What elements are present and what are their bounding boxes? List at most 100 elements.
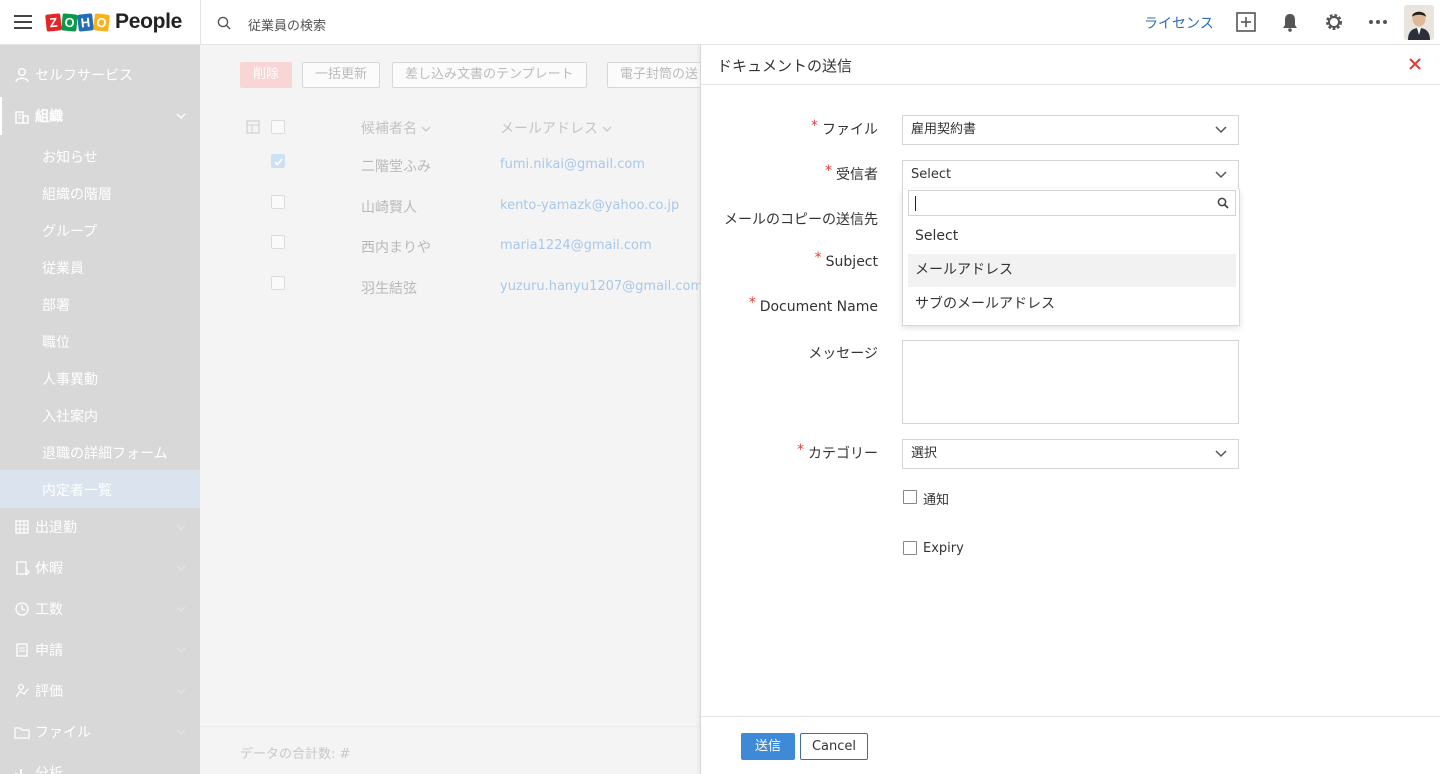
sidebar-subitem-exit-form[interactable]: 退職の詳細フォーム [42, 443, 168, 463]
row-checkbox[interactable] [271, 195, 285, 209]
row-checkbox[interactable] [271, 235, 285, 249]
folder-icon [14, 727, 30, 739]
chevron-down-icon [422, 126, 431, 132]
leave-icon [16, 561, 30, 576]
row-checkbox[interactable] [271, 154, 285, 168]
search-icon[interactable] [217, 16, 231, 30]
sidebar-item-analytics[interactable]: 分析 [0, 754, 200, 774]
bell-icon[interactable] [1279, 11, 1301, 33]
select-all-checkbox[interactable] [271, 120, 285, 134]
logo-letter: Z [45, 12, 62, 32]
logo-letter: O [93, 12, 110, 32]
sidebar-item-self-service[interactable]: セルフサービス [0, 56, 200, 94]
sidebar-item-label: 出退勤 [35, 520, 77, 536]
document-name-label: * Document Name [749, 295, 878, 315]
divider [701, 716, 1440, 717]
sidebar-item-performance[interactable]: 評価 [0, 672, 200, 710]
dropdown-search-input[interactable] [908, 190, 1236, 216]
top-bar: Z O H O People 従業員の検索 ライセンス [0, 0, 1440, 45]
bulk-update-button[interactable]: 一括更新 [302, 62, 381, 88]
candidate-name[interactable]: 山崎賢人 [361, 197, 417, 217]
logo-letter: O [61, 12, 78, 32]
more-icon[interactable] [1367, 11, 1389, 33]
dropdown-option[interactable]: Select [908, 220, 1236, 253]
notify-checkbox[interactable] [903, 490, 917, 504]
sidebar-item-organization[interactable]: 組織 [0, 97, 200, 135]
required-mark: * [814, 250, 822, 266]
candidate-list-panel: 削除 一括更新 差し込み文書のテンプレート 電子封筒の送 候補者名 メールアドレ… [200, 45, 703, 774]
record-count: データの合計数: # [240, 747, 351, 762]
sidebar-subitem-org-hierarchy[interactable]: 組織の階層 [42, 184, 112, 204]
sidebar-item-label: ファイル [35, 725, 91, 741]
sidebar-subitem-onboarding[interactable]: 入社案内 [42, 406, 98, 426]
sidebar-subitem-groups[interactable]: グループ [42, 221, 97, 241]
sidebar-item-leave[interactable]: 休暇 [0, 549, 200, 587]
row-checkbox[interactable] [271, 276, 285, 290]
message-textarea[interactable] [902, 340, 1239, 424]
sidebar-item-files[interactable]: ファイル [0, 713, 200, 751]
cancel-button[interactable]: Cancel [800, 733, 868, 760]
text-cursor [915, 196, 916, 211]
candidate-name[interactable]: 二階堂ふみ [361, 156, 431, 176]
check-icon [274, 158, 283, 166]
sidebar-item-attendance[interactable]: 出退勤 [0, 508, 200, 546]
column-settings-icon[interactable] [246, 119, 262, 135]
clock-icon [15, 602, 29, 616]
sidebar-subitem-employees[interactable]: 従業員 [42, 258, 84, 278]
sidebar-item-label: 組織 [35, 109, 63, 125]
chevron-down-icon [176, 688, 186, 694]
chevron-down-icon [176, 729, 186, 735]
recipient-select[interactable]: Select [902, 160, 1239, 190]
sidebar-item-timesheet[interactable]: 工数 [0, 590, 200, 628]
file-select[interactable]: 雇用契約書 [902, 115, 1239, 145]
field-label: ファイル [822, 122, 878, 138]
add-icon[interactable] [1235, 11, 1257, 33]
sidebar-subitem-transfers[interactable]: 人事異動 [42, 369, 98, 389]
candidate-email[interactable]: kento-yamazk@yahoo.co.jp [500, 198, 679, 213]
column-header-label: 候補者名 [361, 121, 417, 137]
candidate-email[interactable]: fumi.nikai@gmail.com [500, 157, 645, 172]
column-header-name[interactable]: 候補者名 [361, 118, 431, 138]
merge-template-button[interactable]: 差し込み文書のテンプレート [392, 62, 587, 88]
category-select[interactable]: 選択 [902, 439, 1239, 469]
select-value: 雇用契約書 [911, 122, 977, 137]
column-header-email[interactable]: メールアドレス [500, 118, 612, 138]
performance-icon [15, 683, 29, 698]
sidebar-item-label: 分析 [35, 766, 63, 774]
expiry-checkbox[interactable] [903, 541, 917, 555]
recipient-dropdown: Select メールアドレス サブのメールアドレス [902, 189, 1240, 326]
zoho-people-logo[interactable]: Z O H O People [45, 9, 183, 35]
chevron-down-icon [176, 524, 186, 530]
employee-search-input[interactable]: 従業員の検索 [248, 15, 326, 34]
avatar[interactable] [1404, 5, 1434, 40]
envelope-button[interactable]: 電子封筒の送 [607, 62, 700, 88]
chevron-down-icon [1215, 126, 1227, 134]
notify-label[interactable]: 通知 [923, 489, 949, 508]
sidebar-item-requests[interactable]: 申請 [0, 631, 200, 669]
file-label: * ファイル [811, 118, 878, 139]
dropdown-option[interactable]: サブのメールアドレス [908, 288, 1236, 321]
candidate-name[interactable]: 羽生結弦 [361, 278, 417, 298]
document-icon [16, 643, 28, 657]
close-icon[interactable] [1408, 57, 1422, 71]
sidebar-subitem-positions[interactable]: 職位 [42, 332, 70, 352]
send-document-drawer: ドキュメントの送信 * ファイル 雇用契約書 * 受信者 Select メールのコピ… [700, 45, 1440, 774]
delete-button[interactable]: 削除 [240, 62, 292, 88]
sidebar-subitem-candidates[interactable]: 内定者一覧 [42, 480, 112, 500]
license-link[interactable]: ライセンス [1144, 13, 1214, 33]
gear-icon[interactable] [1323, 11, 1345, 33]
divider [200, 0, 201, 45]
sidebar-subitem-announcements[interactable]: お知らせ [42, 147, 98, 167]
candidate-email[interactable]: yuzuru.hanyu1207@gmail.com [500, 279, 703, 294]
send-button[interactable]: 送信 [741, 733, 795, 760]
dropdown-option[interactable]: メールアドレス [908, 254, 1236, 287]
candidate-name[interactable]: 西内まりや [361, 237, 431, 257]
field-label: 受信者 [836, 167, 878, 183]
sidebar-subitem-departments[interactable]: 部署 [42, 295, 70, 315]
sidebar-item-label: 休暇 [35, 561, 63, 577]
menu-icon[interactable] [14, 15, 32, 29]
sidebar-item-label: セルフサービス [35, 68, 133, 84]
candidate-email[interactable]: maria1224@gmail.com [500, 238, 652, 253]
expiry-label[interactable]: Expiry [923, 541, 964, 556]
brand-name: People [115, 10, 183, 33]
